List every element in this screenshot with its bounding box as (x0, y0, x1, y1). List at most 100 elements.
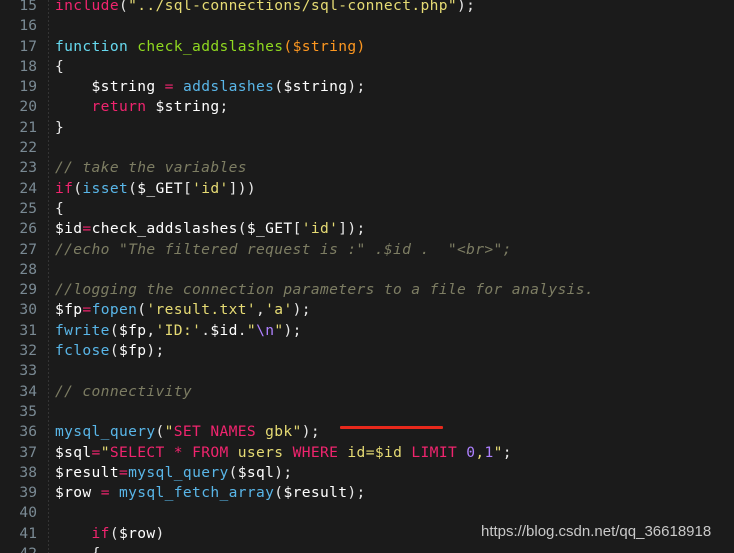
code-token: \n (256, 321, 275, 339)
line-number: 25 (19, 199, 37, 217)
code-token: { (55, 57, 65, 75)
code-line[interactable]: 19 $string = addslashes($string); (0, 77, 734, 97)
code-token: check_addslashes (91, 220, 238, 238)
code-line[interactable]: 18 { (0, 57, 734, 77)
code-line-text[interactable]: $id=check_addslashes($_GET['id']); (55, 219, 366, 239)
code-line-text[interactable]: //echo "The filtered request is :" .$id … (55, 240, 512, 260)
code-token: 'a' (265, 301, 293, 319)
line-number: 33 (19, 362, 37, 380)
code-line[interactable]: 22 (0, 138, 734, 158)
code-line[interactable]: 30 $fp=fopen('result.txt','a'); (0, 300, 734, 320)
code-token: = (100, 484, 110, 502)
code-token: WHERE (292, 443, 339, 461)
code-line-text[interactable]: mysql_query("SET NAMES gbk"); (55, 422, 320, 442)
code-line[interactable]: 42 { (0, 544, 734, 553)
code-token: SET NAMES (173, 423, 257, 441)
code-line-text[interactable]: $row = mysql_fetch_array($result); (55, 483, 366, 503)
code-token: check_addslashes (137, 37, 284, 55)
code-token: FROM (192, 443, 229, 461)
code-token: ); (283, 321, 302, 339)
code-token: if (91, 524, 110, 542)
line-number: 28 (19, 260, 37, 278)
code-token: ]); (338, 220, 366, 238)
code-token: 'result.txt' (146, 301, 257, 319)
code-line[interactable]: 28 (0, 260, 734, 280)
code-line[interactable]: 32 fclose($fp); (0, 341, 734, 361)
code-line-text[interactable]: $fp=fopen('result.txt','a'); (55, 300, 311, 320)
code-line[interactable]: 23 // take the variables (0, 158, 734, 178)
code-token: ( (228, 463, 238, 481)
code-token: $id (210, 321, 238, 339)
code-editor[interactable]: 15 include("../sql-connections/sql-connec… (0, 0, 734, 553)
code-token: . (237, 321, 247, 339)
code-line[interactable]: 20 return $string; (0, 97, 734, 117)
code-token: $string (155, 98, 220, 116)
code-line[interactable]: 31 fwrite($fp,'ID:'.$id."\n"); (0, 321, 734, 341)
code-line[interactable]: 24 if(isset($_GET['id'])) (0, 179, 734, 199)
code-token: = (91, 443, 101, 461)
code-token: ( (109, 321, 119, 339)
code-line-text[interactable]: { (55, 57, 64, 77)
code-token: fopen (91, 301, 138, 319)
code-token: , (256, 301, 266, 319)
line-number: 34 (19, 382, 37, 400)
code-token: $row (55, 484, 92, 502)
code-line[interactable]: 33 (0, 361, 734, 381)
code-line[interactable]: 26 $id=check_addslashes($_GET['id']); (0, 219, 734, 239)
code-line-text[interactable]: function check_addslashes($string) (55, 37, 366, 57)
watermark-text: https://blog.csdn.net/qq_36618918 (481, 523, 712, 540)
code-line-text[interactable]: $sql="SELECT * FROM users WHERE id=$id L… (55, 443, 512, 463)
code-token: . (201, 321, 211, 339)
code-line[interactable]: 17 function check_addslashes($string) (0, 37, 734, 57)
code-line-text[interactable]: // connectivity (55, 382, 192, 402)
code-token: "../sql-connections/sql-connect.php" (128, 0, 458, 14)
code-token: SELECT (109, 443, 165, 461)
code-line[interactable]: 35 (0, 402, 734, 422)
code-line[interactable]: 38 $result=mysql_query($sql); (0, 463, 734, 483)
code-token: function (55, 37, 129, 55)
code-token: $string (283, 78, 348, 96)
code-line[interactable]: 40 (0, 503, 734, 523)
code-line[interactable]: 39 $row = mysql_fetch_array($result); (0, 483, 734, 503)
line-number: 24 (19, 179, 37, 197)
code-line-text[interactable]: } (55, 118, 64, 138)
code-line-text[interactable]: return $string; (55, 97, 229, 117)
code-line[interactable]: 37 $sql="SELECT * FROM users WHERE id=$id… (0, 443, 734, 463)
code-line-text[interactable]: fclose($fp); (55, 341, 165, 361)
line-number: 39 (19, 484, 37, 502)
code-line-text[interactable]: $string = addslashes($string); (55, 77, 366, 97)
code-line[interactable]: 15 include("../sql-connections/sql-connec… (0, 0, 734, 16)
code-token: $string (91, 78, 156, 96)
line-number: 36 (19, 423, 37, 441)
code-token: 'ID:' (155, 321, 202, 339)
code-line[interactable]: 21} (0, 118, 734, 138)
code-token: return (91, 98, 147, 116)
code-token: { (92, 545, 101, 553)
code-token: fclose (55, 342, 110, 360)
code-line-text[interactable]: { (55, 544, 101, 553)
code-line[interactable]: 29 //logging the connection parameters to… (0, 280, 734, 300)
code-content[interactable]: 15 include("../sql-connections/sql-connec… (0, 0, 734, 553)
code-line-text[interactable]: include("../sql-connections/sql-connect.… (55, 0, 475, 16)
code-line-text[interactable]: { (55, 199, 64, 219)
code-line-text[interactable]: $result=mysql_query($sql); (55, 463, 293, 483)
code-token: users (237, 443, 284, 461)
code-line-text[interactable]: // take the variables (55, 158, 247, 178)
code-line[interactable]: 27 //echo "The filtered request is :" .$i… (0, 240, 734, 260)
code-token: ])) (228, 179, 257, 197)
code-line[interactable]: 25 { (0, 199, 734, 219)
code-line-text[interactable]: fwrite($fp,'ID:'.$id."\n"); (55, 321, 302, 341)
code-line[interactable]: 16 (0, 16, 734, 36)
code-line-text[interactable]: //logging the connection parameters to a… (55, 280, 594, 300)
code-token: , (146, 321, 156, 339)
code-line-text[interactable]: if($row) (55, 524, 165, 544)
code-token: " (164, 423, 174, 441)
code-token: $_GET (246, 220, 293, 238)
code-line-text[interactable]: if(isset($_GET['id'])) (55, 179, 256, 199)
code-line[interactable]: 34 // connectivity (0, 382, 734, 402)
